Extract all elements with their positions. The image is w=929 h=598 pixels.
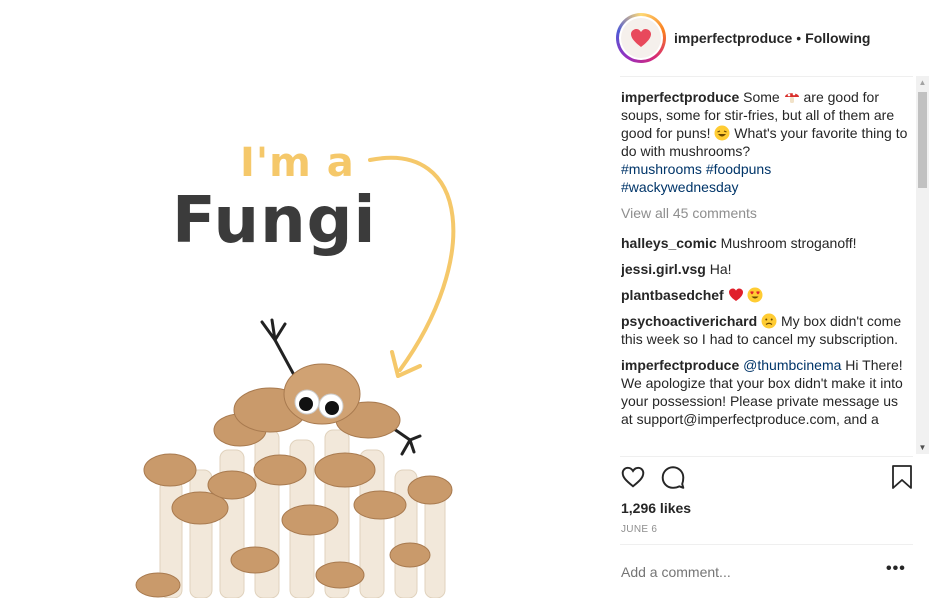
post-header: imperfectproduce • Following bbox=[616, 12, 916, 64]
comments-scrollbar[interactable]: ▲ ▼ bbox=[916, 76, 929, 454]
comment: imperfectproduce @thumbcinema Hi There! … bbox=[621, 356, 911, 428]
post-image[interactable]: I'm a Fungi bbox=[0, 0, 600, 598]
comment: plantbasedchef bbox=[621, 286, 911, 304]
comment: psychoactiverichard My box didn't come t… bbox=[621, 312, 911, 348]
scrollbar-thumb[interactable] bbox=[918, 92, 927, 188]
comment-username[interactable]: psychoactiverichard bbox=[621, 313, 757, 329]
heart-icon[interactable] bbox=[620, 464, 646, 490]
comments-list: imperfectproduce Some are good for soups… bbox=[621, 88, 911, 454]
image-text-line2: Fungi bbox=[172, 184, 377, 258]
comment-username[interactable]: jessi.girl.vsg bbox=[621, 261, 706, 277]
bookmark-icon[interactable] bbox=[890, 464, 914, 490]
comment-text: Ha! bbox=[709, 261, 732, 277]
comment: jessi.girl.vsg Ha! bbox=[621, 260, 911, 278]
mushroom-emoji-icon bbox=[784, 92, 799, 103]
comment: halleys_comic Mushroom stroganoff! bbox=[621, 234, 911, 252]
comment-username[interactable]: halleys_comic bbox=[621, 235, 717, 251]
divider bbox=[620, 544, 913, 545]
following-button[interactable]: Following bbox=[805, 30, 870, 46]
comment-bubble-icon[interactable] bbox=[660, 464, 686, 490]
more-options-button[interactable]: ••• bbox=[886, 560, 906, 578]
post-side-panel: imperfectproduce • Following imperfectprod… bbox=[604, 0, 929, 598]
hashtag-link[interactable]: #mushrooms bbox=[621, 161, 702, 177]
hashtag-link[interactable]: #wackywednesday bbox=[621, 179, 739, 195]
view-all-comments-link[interactable]: View all 45 comments bbox=[621, 204, 911, 222]
caption: imperfectproduce Some are good for soups… bbox=[621, 89, 908, 195]
heart-logo-icon bbox=[631, 29, 651, 47]
scroll-up-arrow-icon[interactable]: ▲ bbox=[916, 76, 929, 89]
heart-eyes-emoji-icon bbox=[747, 287, 763, 303]
image-text-line1: I'm a bbox=[240, 140, 355, 186]
scroll-down-arrow-icon[interactable]: ▼ bbox=[916, 441, 929, 454]
likes-count[interactable]: 1,296 likes bbox=[621, 500, 691, 516]
comment-username[interactable]: plantbasedchef bbox=[621, 287, 724, 303]
mushroom-illustration bbox=[135, 155, 456, 598]
red-heart-emoji-icon bbox=[728, 288, 743, 301]
sad-emoji-icon bbox=[761, 313, 777, 329]
post-date[interactable]: JUNE 6 bbox=[621, 524, 657, 535]
header-username[interactable]: imperfectproduce bbox=[674, 30, 792, 46]
comment-text: Mushroom stroganoff! bbox=[720, 235, 857, 251]
caption-username[interactable]: imperfectproduce bbox=[621, 89, 739, 105]
divider bbox=[620, 456, 913, 457]
add-comment-input[interactable] bbox=[621, 564, 861, 580]
divider bbox=[620, 76, 913, 77]
mention-link[interactable]: @thumbcinema bbox=[743, 357, 841, 373]
header-separator: • bbox=[796, 30, 802, 46]
comment-username[interactable]: imperfectproduce bbox=[621, 357, 739, 373]
laughing-emoji-icon bbox=[714, 125, 730, 141]
avatar-image bbox=[621, 18, 661, 58]
avatar[interactable] bbox=[616, 13, 666, 63]
action-bar bbox=[620, 462, 913, 494]
hashtag-link[interactable]: #foodpuns bbox=[706, 161, 771, 177]
